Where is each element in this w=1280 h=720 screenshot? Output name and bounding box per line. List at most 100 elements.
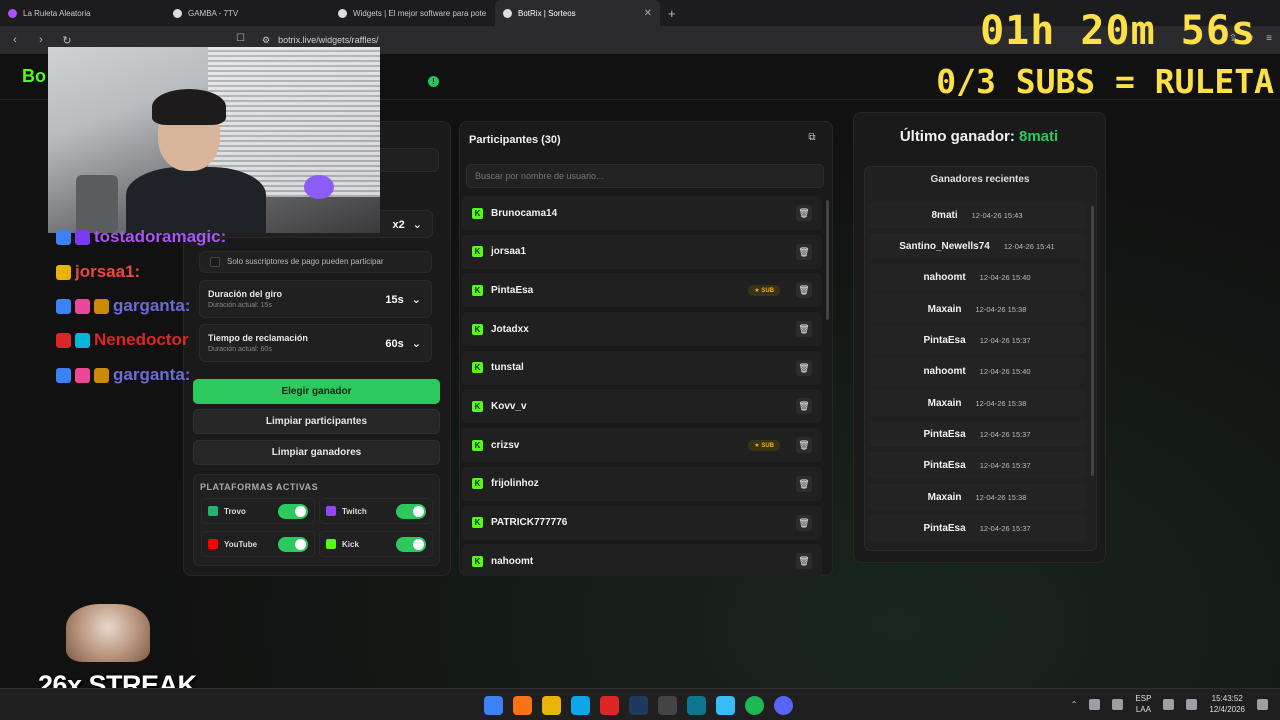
trash-icon[interactable]: 🗑 <box>796 205 812 221</box>
site-info-icon[interactable]: ⚙ <box>262 35 270 46</box>
trash-icon[interactable]: 🗑 <box>796 514 812 531</box>
badge-icon <box>56 298 71 314</box>
brave-icon[interactable] <box>513 696 532 715</box>
network-icon[interactable] <box>1163 698 1175 710</box>
winner-name: PintaEsa <box>923 459 966 471</box>
sub-goal: 0/3 SUBS = RULETA <box>936 62 1274 101</box>
windows-start-icon[interactable] <box>484 696 503 715</box>
badge-icon <box>75 367 90 383</box>
volume-icon[interactable] <box>1186 698 1198 710</box>
winner-time: 12-04-26 15:38 <box>975 398 1027 408</box>
participant-name: Jotadxx <box>491 323 529 335</box>
badge-icon <box>75 332 90 348</box>
ccleaner-icon[interactable] <box>687 696 706 715</box>
trash-icon[interactable]: 🗑 <box>796 359 812 376</box>
trovo-toggle[interactable] <box>278 503 308 519</box>
list-item: Ktunstal 🗑 <box>462 350 822 385</box>
kick-icon: K <box>472 439 483 451</box>
trash-icon[interactable]: 🗑 <box>796 553 812 570</box>
claim-time-value: 60s <box>385 337 404 350</box>
tab-label: GAMBA - 7TV <box>188 8 239 18</box>
tab-label: La Ruleta Aleatoria <box>23 8 91 18</box>
winner-name: nahoomt <box>923 365 966 377</box>
tab-label: BotRix | Sorteos <box>518 8 576 18</box>
tab-favicon-icon <box>8 8 17 18</box>
winner-name: Santino_Newells74 <box>899 240 990 252</box>
winner-row: PintaEsa 12-04-26 15:37 <box>869 452 1085 478</box>
claim-time-sub: Duración actual: 60s <box>208 346 272 353</box>
menu-icon[interactable]: ≡ <box>1266 33 1272 44</box>
badge-icon <box>56 332 71 348</box>
participants-scrollbar[interactable] <box>826 200 829 320</box>
twitch-toggle[interactable] <box>396 503 426 519</box>
chat-username: tostadoramagic: <box>94 227 227 246</box>
platform-label: Kick <box>342 539 359 549</box>
notifications-icon[interactable] <box>1257 698 1268 710</box>
clock[interactable]: 15:43:52 12/4/2026 <box>1209 693 1245 715</box>
chat-line: garganta: <box>56 296 190 316</box>
language-indicator[interactable]: ESP LAA <box>1135 693 1151 715</box>
steam-icon[interactable] <box>629 696 648 715</box>
logo[interactable]: Bo <box>22 66 46 87</box>
bing-icon[interactable] <box>571 696 590 715</box>
onedrive-icon[interactable] <box>1089 698 1101 710</box>
tab-favicon-icon <box>338 8 347 18</box>
new-tab-icon[interactable]: + <box>668 6 676 21</box>
chevron-up-icon[interactable]: ⌃ <box>1071 700 1078 709</box>
file-explorer-icon[interactable] <box>542 696 561 715</box>
participant-name: frijolinhoz <box>491 478 539 490</box>
chevron-down-icon: ⌄ <box>411 338 421 350</box>
app-icon[interactable] <box>600 696 619 715</box>
browser-tab[interactable]: La Ruleta Aleatoria <box>0 0 165 26</box>
spin-duration-select[interactable]: 15s ⌄ <box>385 293 421 307</box>
browser-tab[interactable]: GAMBA - 7TV <box>165 0 330 26</box>
winner-time: 12-04-26 15:38 <box>975 304 1027 314</box>
youtube-toggle[interactable] <box>278 536 308 552</box>
reload-icon[interactable]: ↻ <box>60 34 74 47</box>
platform-kick: Kick <box>319 531 433 557</box>
mic-icon[interactable] <box>1112 698 1124 710</box>
tab-favicon-icon <box>503 8 512 18</box>
platform-trovo: Trovo <box>201 498 315 524</box>
close-tab-icon[interactable]: ✕ <box>644 8 652 19</box>
participant-search-input[interactable] <box>466 164 824 188</box>
back-icon[interactable]: ‹ <box>8 34 22 46</box>
kick-icon <box>326 539 336 549</box>
forward-icon[interactable]: › <box>34 34 48 46</box>
winner-name: Maxain <box>927 303 962 315</box>
badge-icon <box>56 367 71 383</box>
info-icon[interactable]: ! <box>428 76 439 87</box>
winners-scrollbar[interactable] <box>1091 206 1094 476</box>
browser-tab[interactable]: Widgets | El mejor software para pote <box>330 0 495 26</box>
clear-winners-button[interactable]: Limpiar ganadores <box>193 440 440 465</box>
kick-toggle[interactable] <box>396 536 426 552</box>
trash-icon[interactable]: 🗑 <box>796 475 812 492</box>
trash-icon[interactable]: 🗑 <box>796 437 812 454</box>
kick-icon: K <box>472 478 483 490</box>
pick-winner-button[interactable]: Elegir ganador <box>193 379 440 404</box>
badge-icon <box>56 229 71 245</box>
claim-time-select[interactable]: 60s ⌄ <box>385 337 421 351</box>
multiplier-select[interactable]: x2 ⌄ <box>393 218 422 232</box>
browser-tab-active[interactable]: BotRix | Sorteos ✕ <box>495 0 660 26</box>
trash-icon[interactable]: 🗑 <box>796 321 812 338</box>
notepad-icon[interactable] <box>716 696 735 715</box>
participant-name: Kovv_v <box>491 400 527 412</box>
platforms-title: PLATAFORMAS ACTIVAS <box>200 482 319 492</box>
trash-icon[interactable]: 🗑 <box>796 282 812 299</box>
spotify-icon[interactable] <box>745 696 764 715</box>
platform-youtube: YouTube <box>201 531 315 557</box>
subs-only-checkbox[interactable] <box>210 257 220 267</box>
winner-name: 8mati <box>931 209 958 221</box>
clear-participants-button[interactable]: Limpiar participantes <box>193 409 440 434</box>
bookmark-icon[interactable]: ☐ <box>236 33 245 44</box>
last-winner: Último ganador: 8mati <box>853 128 1105 145</box>
tab-label: Widgets | El mejor software para pote <box>353 8 487 18</box>
obs-icon[interactable] <box>658 696 677 715</box>
discord-icon[interactable] <box>774 696 793 715</box>
trash-icon[interactable]: 🗑 <box>796 398 812 415</box>
sub-badge: ★ SUB <box>748 439 780 451</box>
trash-icon[interactable]: 🗑 <box>796 243 812 260</box>
system-tray: ⌃ ESP LAA 15:43:52 12/4/2026 <box>1071 693 1268 715</box>
copy-icon[interactable]: ⧉ <box>805 132 819 146</box>
